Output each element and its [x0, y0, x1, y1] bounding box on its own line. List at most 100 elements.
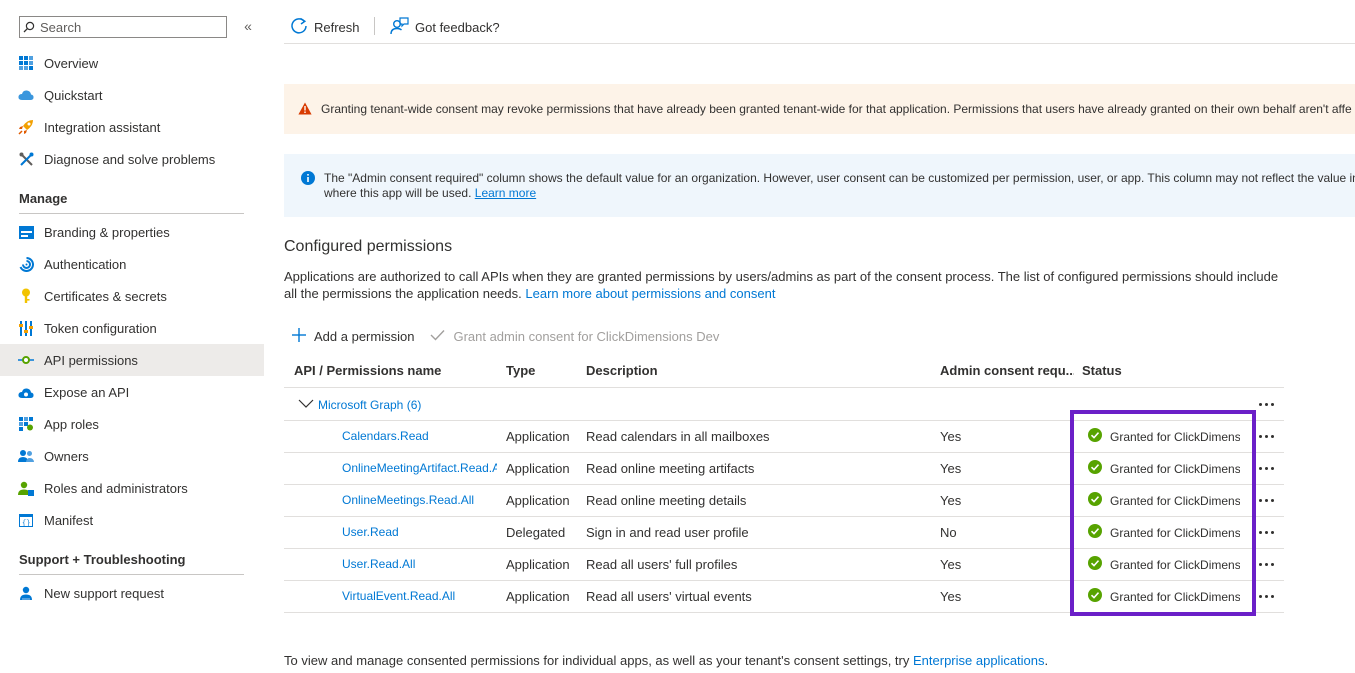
col-header-admin-consent[interactable]: Admin consent requ... — [940, 363, 1074, 378]
svg-text:{}: {} — [22, 520, 30, 527]
footer-suffix: . — [1044, 653, 1049, 668]
wrench-icon — [18, 151, 34, 167]
warning-banner: Granting tenant-wide consent may revoke … — [284, 84, 1355, 134]
warning-text: Granting tenant-wide consent may revoke … — [321, 102, 1352, 116]
status-cell: Granted for ClickDimens... — [1088, 460, 1240, 477]
double-chevron-left-icon[interactable]: « — [240, 18, 256, 34]
cloud-api-icon — [18, 384, 34, 400]
col-header-status[interactable]: Status — [1082, 363, 1122, 378]
sidebar-item-integration-assistant[interactable]: Integration assistant — [0, 111, 264, 143]
sidebar-item-label: New support request — [44, 585, 164, 601]
api-icon — [18, 352, 34, 368]
permission-name-link[interactable]: User.Read — [342, 525, 497, 539]
add-permission-label: Add a permission — [314, 328, 415, 344]
grant-admin-consent-button[interactable]: Grant admin consent for ClickDimensions … — [430, 329, 719, 344]
refresh-button[interactable]: Refresh — [290, 16, 360, 38]
info-icon — [301, 171, 315, 185]
col-header-description[interactable]: Description — [586, 363, 658, 378]
cloud-icon — [18, 87, 34, 103]
status-text: Granted for ClickDimens... — [1110, 589, 1240, 604]
info-text: The "Admin consent required" column show… — [324, 171, 1355, 201]
desc-line-1: Applications are authorized to call APIs… — [284, 269, 1279, 284]
sidebar-item-label: Token configuration — [44, 320, 157, 336]
warning-icon — [298, 102, 312, 116]
sidebar-item-label: Authentication — [44, 256, 127, 272]
sidebar-item-owners[interactable]: Owners — [0, 440, 264, 472]
status-text: Granted for ClickDimens... — [1110, 461, 1240, 476]
info-line-2-container: where this app will be used. Learn more — [324, 186, 1355, 201]
admin-consent-required: Yes — [940, 429, 962, 444]
permission-description: Read online meeting artifacts — [586, 461, 755, 476]
col-header-type[interactable]: Type — [506, 363, 535, 378]
sidebar-item-api-permissions[interactable]: API permissions — [0, 344, 264, 376]
info-line-2: where this app will be used. — [324, 186, 472, 200]
status-cell: Granted for ClickDimens... — [1088, 556, 1240, 573]
status-text: Granted for ClickDimens... — [1110, 493, 1240, 508]
grant-admin-consent-label: Grant admin consent for ClickDimensions … — [453, 328, 720, 344]
group-label[interactable]: Microsoft Graph (6) — [318, 398, 421, 412]
sidebar-item-manifest[interactable]: {} Manifest — [0, 504, 264, 536]
sidebar-item-label: Manifest — [44, 512, 94, 528]
branding-icon — [18, 224, 34, 240]
admin-consent-required: No — [940, 525, 957, 540]
footer-text: To view and manage consented permissions… — [284, 653, 1048, 668]
app-roles-icon — [18, 416, 34, 432]
permission-name-link[interactable]: OnlineMeetings.Read.All — [342, 493, 497, 507]
sidebar-item-overview[interactable]: Overview — [0, 47, 264, 79]
permission-name-link[interactable]: VirtualEvent.Read.All — [342, 589, 497, 603]
group-toggle[interactable]: Microsoft Graph (6) — [298, 397, 421, 412]
more-options-icon[interactable] — [1254, 459, 1278, 477]
table-row: User.Read.All Application Read all users… — [284, 548, 1284, 581]
rocket-icon — [18, 119, 34, 135]
owners-icon — [18, 448, 34, 464]
check-circle-icon — [1088, 556, 1102, 573]
sidebar-item-expose-api[interactable]: Expose an API — [0, 376, 264, 408]
desc-line-2-container: all the permissions the application need… — [284, 285, 1284, 302]
permission-description: Read all users' virtual events — [586, 589, 752, 604]
authentication-icon — [18, 256, 34, 272]
more-options-icon[interactable] — [1254, 491, 1278, 509]
status-text: Granted for ClickDimens... — [1110, 429, 1240, 444]
col-header-name[interactable]: API / Permissions name — [294, 363, 441, 378]
search-box[interactable] — [19, 16, 227, 38]
permission-type: Application — [506, 429, 570, 444]
sidebar-item-roles-administrators[interactable]: Roles and administrators — [0, 472, 264, 504]
permission-name-link[interactable]: OnlineMeetingArtifact.Read.All — [342, 461, 497, 475]
more-options-icon[interactable] — [1254, 427, 1278, 445]
checkmark-icon — [430, 329, 445, 344]
add-permission-button[interactable]: Add a permission — [292, 327, 415, 345]
toolbar-separator — [374, 17, 375, 35]
info-line-1: The "Admin consent required" column show… — [324, 171, 1355, 185]
sidebar-item-branding[interactable]: Branding & properties — [0, 216, 264, 248]
more-options-icon[interactable] — [1254, 587, 1278, 605]
feedback-button[interactable]: Got feedback? — [390, 16, 500, 38]
table-row: OnlineMeetingArtifact.Read.All Applicati… — [284, 452, 1284, 485]
permission-name-link[interactable]: Calendars.Read — [342, 429, 497, 443]
check-circle-icon — [1088, 588, 1102, 605]
grid-icon — [18, 55, 34, 71]
check-circle-icon — [1088, 524, 1102, 541]
sidebar-item-app-roles[interactable]: App roles — [0, 408, 264, 440]
permission-type: Application — [506, 461, 570, 476]
enterprise-applications-link[interactable]: Enterprise applications — [913, 653, 1045, 668]
manifest-icon: {} — [18, 512, 34, 528]
sidebar-item-authentication[interactable]: Authentication — [0, 248, 264, 280]
sidebar-item-quickstart[interactable]: Quickstart — [0, 79, 264, 111]
sidebar-item-token-configuration[interactable]: Token configuration — [0, 312, 264, 344]
more-options-icon[interactable] — [1254, 395, 1278, 413]
search-icon — [20, 21, 38, 33]
sidebar-item-certificates[interactable]: Certificates & secrets — [0, 280, 264, 312]
sidebar-item-diagnose[interactable]: Diagnose and solve problems — [0, 143, 264, 175]
more-options-icon[interactable] — [1254, 523, 1278, 541]
learn-more-link[interactable]: Learn more — [475, 186, 536, 200]
permissions-consent-link[interactable]: Learn more about permissions and consent — [525, 286, 775, 301]
token-icon — [18, 320, 34, 336]
search-input[interactable] — [38, 19, 222, 35]
permission-type: Delegated — [506, 525, 566, 540]
feedback-icon — [390, 16, 409, 38]
status-cell: Granted for ClickDimens... — [1088, 492, 1240, 509]
more-options-icon[interactable] — [1254, 555, 1278, 573]
permission-name-link[interactable]: User.Read.All — [342, 557, 497, 571]
sidebar-item-new-support-request[interactable]: New support request — [0, 577, 264, 609]
admin-consent-required: Yes — [940, 557, 962, 572]
